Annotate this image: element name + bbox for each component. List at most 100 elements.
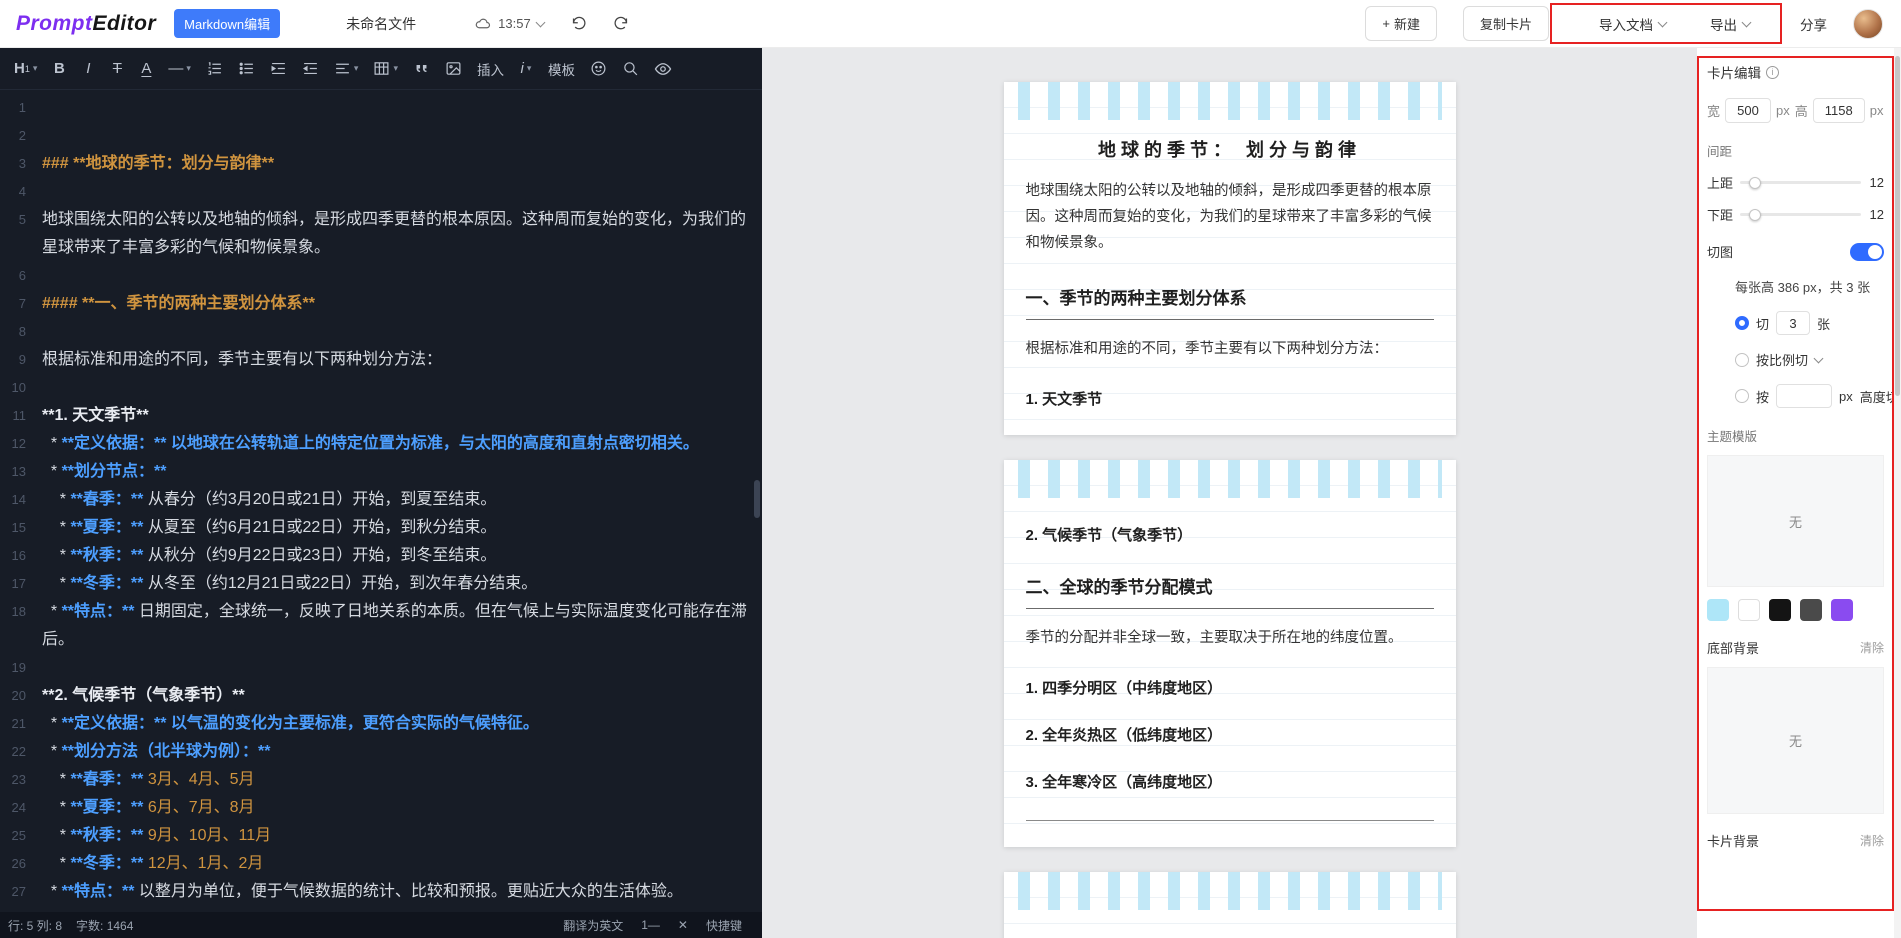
window-scrollbar[interactable] [1894,48,1901,938]
slash-command-button[interactable]: i ▾ [519,60,533,77]
preview-card[interactable]: 三、南北半球的季节镜像 [1003,872,1456,938]
color-swatch[interactable] [1769,599,1791,621]
preview-card[interactable]: 2. 气候季节（气象季节） 二、全球的季节分配模式 季节的分配并非全球一致，主要取决… [1003,460,1456,847]
export-button[interactable]: 导出 [1710,14,1752,34]
slice-count-input[interactable] [1776,311,1811,335]
editor-line[interactable]: 7 #### **一、季节的两种主要划分体系** [0,290,762,318]
editor-line[interactable]: 19 [0,654,762,682]
info-icon[interactable]: i [1766,65,1779,79]
editor-line[interactable]: 1 [0,94,762,122]
editor-line[interactable]: 23 * **春季：** 3月、4月、5月 [0,766,762,794]
bold-button[interactable]: B [52,60,66,77]
close-icon[interactable]: ✕ [678,918,688,932]
editor-line[interactable]: 18 * **特点：** 日期固定，全球统一，反映了日地关系的本质。但在气候上与… [0,598,762,654]
image-button[interactable] [445,60,462,77]
indent-increase-button[interactable] [270,60,287,77]
table-button[interactable]: ▾ [373,60,398,77]
height-input[interactable] [1812,98,1865,123]
editor-line[interactable]: 21 * **定义依据：** 以气温的变化为主要标准，更符合实际的气候特征。 [0,710,762,738]
align-button[interactable]: ▾ [334,60,358,77]
editor-line[interactable]: 6 [0,262,762,290]
editor-body[interactable]: 1 2 3 ### **地球的季节：划分与韵律** 4 5 地球围绕太阳的公转以及地轴的倾斜… [0,90,762,912]
radio-slice-count[interactable] [1735,316,1749,330]
shortcuts-button[interactable]: 快捷键 [706,917,742,934]
color-swatch-row [1707,599,1884,621]
editor-line[interactable]: 14 * **春季：** 从春分（约3月20日或21日）开始，到夏至结束。 [0,486,762,514]
slice-toggle[interactable] [1850,242,1884,261]
editor-line[interactable]: 2 [0,122,762,150]
editor-scrollbar[interactable] [754,480,760,518]
editor-line[interactable]: 17 * **冬季：** 从冬至（约12月21日或22日）开始，到次年春分结束。 [0,570,762,598]
insert-button[interactable]: 插入 [477,59,504,79]
editor-line[interactable]: 15 * **夏季：** 从夏至（约6月21日或22日）开始，到秋分结束。 [0,514,762,542]
ordered-list-button[interactable] [206,60,223,77]
redo-button[interactable] [613,15,630,32]
editor-line[interactable]: 26 * **冬季：** 12月、1月、2月 [0,850,762,878]
undo-button[interactable] [570,15,587,32]
width-input[interactable] [1725,98,1772,123]
editor-line[interactable]: 3 ### **地球的季节：划分与韵律** [0,150,762,178]
card-bg-clear-button[interactable]: 清除 [1860,832,1884,849]
template-button[interactable]: 模板 [548,59,575,79]
editor-line[interactable]: 16 * **秋季：** 从秋分（约9月22日或23日）开始，到冬至结束。 [0,542,762,570]
bullet-list-button[interactable] [238,60,255,77]
card-bg-label: 卡片背景 [1707,834,1760,849]
eye-icon [654,62,672,75]
line-number: 7 [18,296,26,311]
color-swatch[interactable] [1738,599,1760,621]
editor-line[interactable]: 4 [0,178,762,206]
underline-button[interactable]: A [139,60,153,77]
card-li: 2. 全年炎热区（低纬度地区） [1025,727,1223,744]
copy-card-button[interactable]: 复制卡片 [1462,6,1549,41]
translate-button[interactable]: 翻译为英文 [563,917,623,934]
radio-height-prefix: 按 [1756,389,1770,405]
heading-button[interactable]: H 1 ▾ [14,60,37,77]
color-swatch[interactable] [1800,599,1822,621]
scale-indicator[interactable]: 1— [641,918,660,932]
editor-line[interactable]: 11 **1. 天文季节** [0,402,762,430]
user-avatar[interactable] [1853,8,1883,39]
color-swatch[interactable] [1707,599,1729,621]
bottom-bg-clear-button[interactable]: 清除 [1860,639,1884,656]
editor-line[interactable]: 25 * **秋季：** 9月、10月、11月 [0,822,762,850]
import-doc-button[interactable]: 导入文档 [1599,14,1668,34]
theme-template-preview[interactable]: 无 [1707,455,1884,587]
bottom-margin-slider[interactable] [1740,208,1861,221]
color-swatch[interactable] [1831,599,1853,621]
bottom-bg-preview[interactable]: 无 [1707,667,1884,814]
scrollbar-thumb[interactable] [1895,56,1900,396]
line-content: * **夏季：** 从夏至（约6月21日或22日）开始，到秋分结束。 [42,519,497,536]
editor-line[interactable]: 24 * **夏季：** 6月、7月、8月 [0,794,762,822]
editor-line[interactable]: 8 [0,318,762,346]
file-name[interactable]: 未命名文件 [346,14,416,34]
slider-knob[interactable] [1748,176,1761,189]
editor-line[interactable]: 9 根据标准和用途的不同，季节主要有以下两种划分方法： [0,346,762,374]
slice-height-input[interactable] [1776,384,1833,408]
markdown-mode-badge[interactable]: Markdown编辑 [174,9,281,38]
editor-line[interactable]: 13 * **划分节点：** [0,458,762,486]
divider-button[interactable]: — ▾ [168,60,191,77]
editor-line[interactable]: 12 * **定义依据：** 以地球在公转轨道上的特定位置为标准，与太阳的高度和… [0,430,762,458]
radio-slice-height[interactable] [1735,389,1749,403]
sync-time: 13:57 [498,16,531,31]
search-button[interactable] [622,60,639,77]
preview-card[interactable]: 地球的季节： 划分与韵律 地球围绕太阳的公转以及地轴的倾斜，是形成四季更替的根本原… [1003,82,1456,435]
italic-button[interactable]: I [81,60,95,77]
line-number: 1 [18,100,26,115]
sync-status[interactable]: 13:57 [474,15,546,33]
top-margin-slider[interactable] [1740,176,1861,189]
editor-line[interactable]: 27 * **特点：** 以整月为单位，便于气候数据的统计、比较和预报。更贴近大… [0,878,762,906]
editor-line[interactable]: 5 地球围绕太阳的公转以及地轴的倾斜，是形成四季更替的根本原因。这种周而复始的变化… [0,206,762,262]
quote-button[interactable] [413,60,430,77]
new-button[interactable]: + 新建 [1365,6,1437,41]
radio-slice-ratio[interactable] [1735,352,1749,367]
editor-line[interactable]: 10 [0,374,762,402]
strikethrough-button[interactable]: T [110,60,124,77]
editor-line[interactable]: 22 * **划分方法（北半球为例）：** [0,738,762,766]
emoji-button[interactable] [590,60,607,77]
preview-toggle-button[interactable] [654,60,672,78]
slider-knob[interactable] [1748,208,1761,221]
editor-line[interactable]: 20 **2. 气候季节（气象季节）** [0,682,762,710]
indent-decrease-button[interactable] [302,60,319,77]
share-button[interactable]: 分享 [1800,14,1827,34]
